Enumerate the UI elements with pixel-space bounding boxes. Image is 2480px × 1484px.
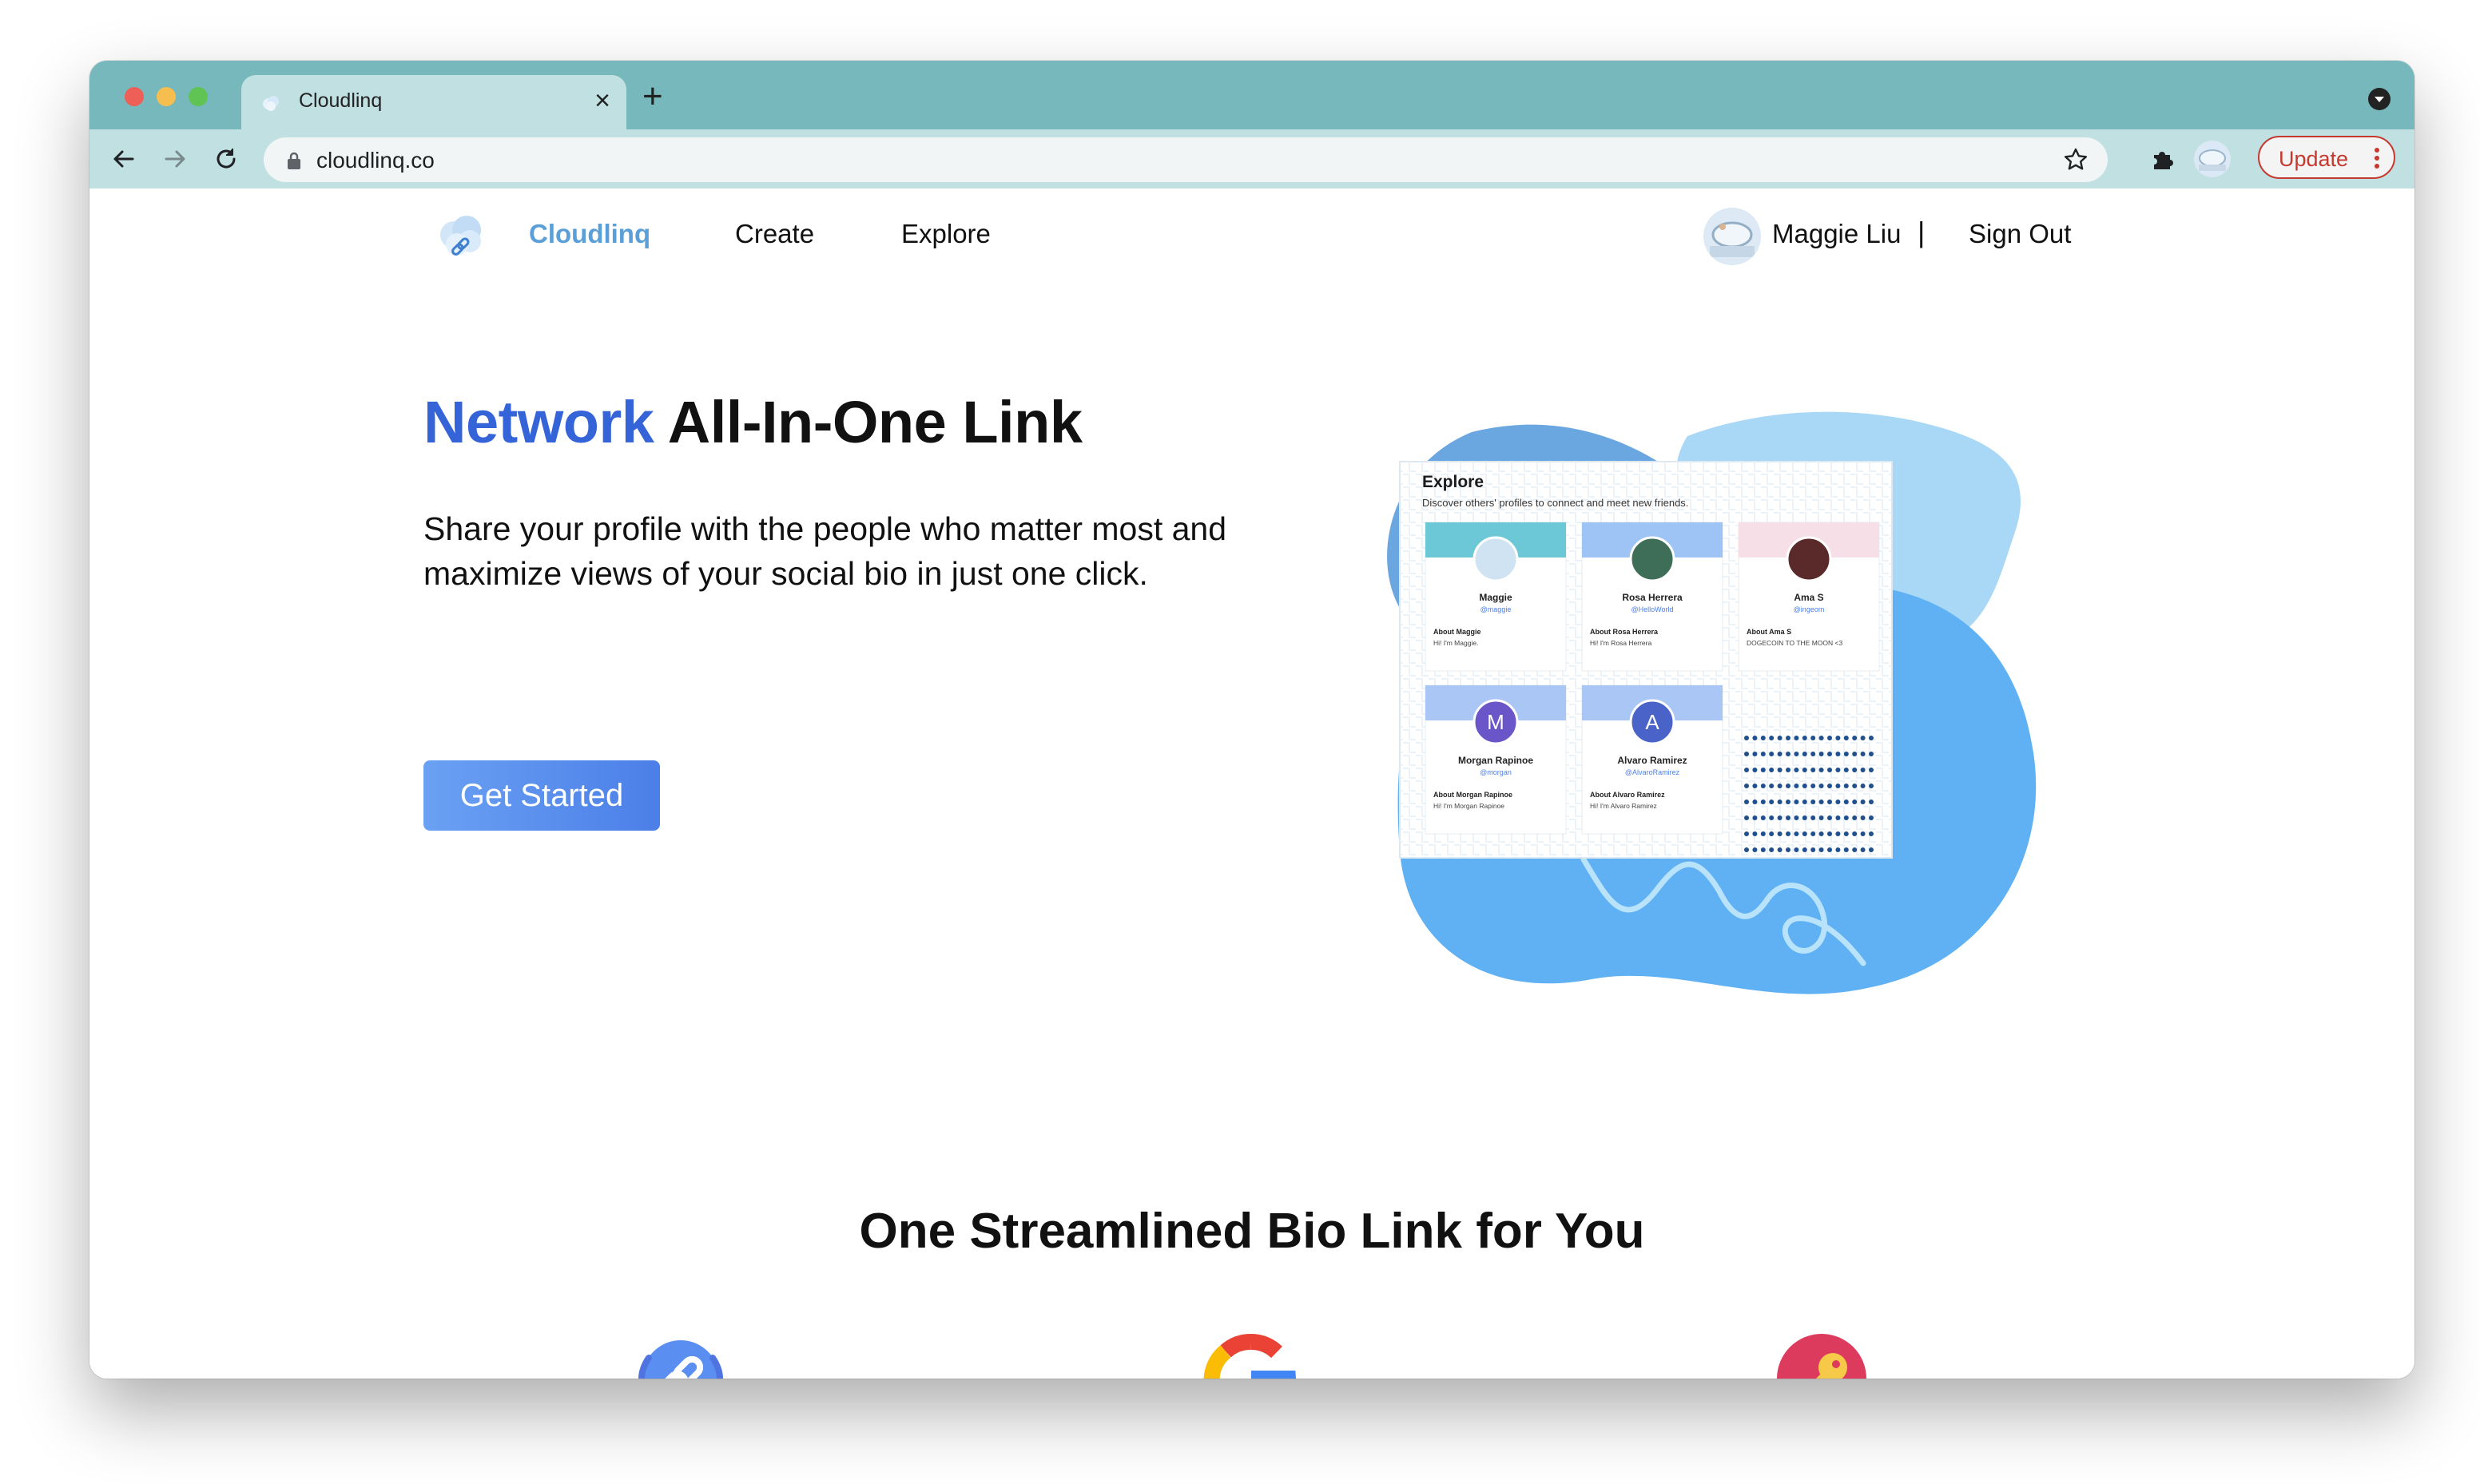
more-vert-icon [2375,148,2379,169]
user-avatar[interactable] [1703,208,1761,265]
tab-close-icon[interactable]: × [594,85,610,117]
card-bio: Hi! I'm Rosa Herrera [1590,639,1651,647]
card-about: About Morgan Rapinoe [1433,791,1512,799]
nav-explore-link[interactable]: Explore [901,219,991,249]
card-about: About Maggie [1433,628,1481,636]
update-label: Update [2279,147,2349,171]
card-avatar [1472,536,1519,582]
nav-divider: | [1918,216,1926,248]
card-handle: @AlvaroRamirez [1625,768,1680,776]
maximize-window-button[interactable] [189,87,208,106]
back-arrow-icon[interactable] [109,144,139,174]
features-title: One Streamlined Bio Link for You [859,1204,1645,1259]
bookmark-star-icon[interactable] [2061,145,2090,174]
card-about: About Alvaro Ramirez [1590,791,1665,799]
user-name[interactable]: Maggie Liu [1772,219,1901,249]
sign-out-link[interactable]: Sign Out [1969,219,2071,249]
profile-card[interactable]: A Alvaro Ramirez @AlvaroRamirez About Alvar… [1581,684,1723,835]
card-name: Rosa Herrera [1622,592,1683,603]
browser-tab[interactable]: Cloudlinq × [241,75,626,129]
profile-card[interactable]: M Morgan Rapinoe @morgan About Morgan Rapin… [1425,684,1567,835]
lock-icon [288,152,300,169]
card-avatar [1786,536,1832,582]
key-icon [1777,1334,1866,1379]
profile-card[interactable]: Maggie @maggie About Maggie Hi! I'm Maggie. [1425,522,1567,672]
card-about: About Ama S [1747,628,1791,636]
reload-icon[interactable] [211,144,241,174]
extensions-puzzle-icon[interactable] [2148,144,2178,174]
card-bio: DOGECOIN TO THE MOON <3 [1747,639,1842,647]
card-avatar [1629,536,1675,582]
tab-search-icon[interactable] [2368,88,2391,110]
cloud-favicon-icon [263,96,279,111]
profile-card[interactable]: Rosa Herrera @HelloWorld About Rosa Herrer… [1581,522,1723,672]
card-handle: @HelloWorld [1631,605,1674,613]
card-handle: @maggie [1480,605,1512,613]
card-handle: @ingeom [1794,605,1825,613]
hero-title-highlight: Network [423,389,654,455]
forward-arrow-icon[interactable] [160,144,190,174]
preview-subheading: Discover others' profiles to connect and… [1422,497,1688,509]
close-window-button[interactable] [125,87,144,106]
card-about: About Rosa Herrera [1590,628,1659,636]
browser-window: Cloudlinq × + cloudlinq.co Update Cloudl… [89,61,2414,1379]
hero-title-rest: All-In-One Link [654,389,1083,455]
card-bio: Hi! I'm Morgan Rapinoe [1433,802,1504,810]
browser-toolbar: cloudlinq.co Update [89,129,2414,189]
hero-description: Share your profile with the people who m… [423,510,1227,592]
card-handle: @morgan [1480,768,1512,776]
card-bio: Hi! I'm Alvaro Ramirez [1590,802,1657,810]
explore-preview-illustration: Explore Discover others' profiles to con… [1387,411,2037,994]
new-tab-button[interactable]: + [642,77,663,117]
card-name: Ama S [1794,592,1823,603]
preview-heading: Explore [1422,473,1484,491]
card-initial: A [1645,710,1659,734]
card-initial: M [1487,710,1504,734]
get-started-button[interactable]: Get Started [423,760,660,831]
brand-name[interactable]: Cloudlinq [529,219,650,249]
profile-avatar-icon[interactable] [2194,141,2231,177]
card-name: Maggie [1479,592,1512,603]
card-name: Morgan Rapinoe [1458,755,1533,766]
page-content: Cloudlinq Create Explore Maggie Liu | Si… [89,188,2414,1379]
update-button[interactable]: Update [2258,136,2395,179]
card-bio: Hi! I'm Maggie. [1433,639,1478,647]
hero-title: Network All-In-One Link [423,388,1083,456]
tab-title: Cloudlinq [299,89,383,112]
profile-card[interactable]: Ama S @ingeom About Ama S DOGECOIN TO THE M… [1738,522,1880,672]
cloud-link-logo-icon[interactable] [433,208,489,264]
google-icon [1203,1334,1297,1379]
minimize-window-button[interactable] [157,87,176,106]
card-name: Alvaro Ramirez [1617,755,1687,766]
nav-create-link[interactable]: Create [735,219,814,249]
tab-strip: Cloudlinq × + [89,61,2414,129]
url-text: cloudlinq.co [316,148,435,173]
address-bar[interactable]: cloudlinq.co [264,137,2108,182]
link-icon [638,1340,723,1379]
